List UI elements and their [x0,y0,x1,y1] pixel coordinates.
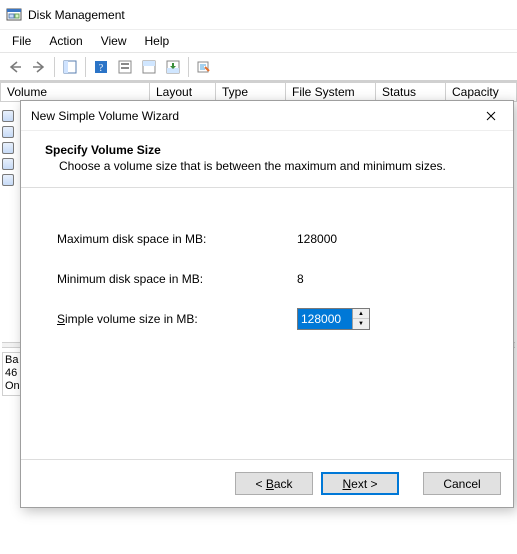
wizard-body: Maximum disk space in MB: 128000 Minimum… [21,188,513,358]
nav-back-button[interactable] [4,56,26,78]
toolbar-separator [85,57,86,77]
max-disk-label: Maximum disk space in MB: [57,232,297,246]
toolbar-separator [188,57,189,77]
volume-size-label: Simple volume size in MB: [57,312,297,326]
app-title: Disk Management [28,8,125,22]
max-disk-value: 128000 [297,232,477,246]
wizard-footer: < Back Next > Cancel [21,459,513,507]
toolbar-btn-settings[interactable] [114,56,136,78]
volume-row-icons [2,110,16,186]
toolbar-separator [54,57,55,77]
min-disk-label: Minimum disk space in MB: [57,272,297,286]
toolbar-btn-show-hide[interactable] [59,56,81,78]
next-button[interactable]: Next > [321,472,399,495]
toolbar-btn-properties[interactable] [193,56,215,78]
volume-size-input[interactable] [298,309,352,329]
toolbar-btn-help[interactable]: ? [90,56,112,78]
col-volume[interactable]: Volume [0,82,150,102]
menu-file[interactable]: File [4,32,39,50]
menubar: File Action View Help [0,30,517,53]
col-type[interactable]: Type [216,82,286,102]
close-button[interactable] [468,101,513,130]
volume-icon [2,158,14,170]
row-volume-size: Simple volume size in MB: ▲ ▼ [57,308,477,330]
wizard-description: Choose a volume size that is between the… [45,159,489,173]
main-titlebar: Disk Management [0,0,517,30]
spinner-up-button[interactable]: ▲ [353,309,369,319]
volume-icon [2,110,14,122]
row-max-disk: Maximum disk space in MB: 128000 [57,228,477,250]
col-capacity[interactable]: Capacity [446,82,517,102]
disk-management-icon [6,7,22,23]
min-disk-value: 8 [297,272,477,286]
wizard-titlebar: New Simple Volume Wizard [21,101,513,131]
cancel-button[interactable]: Cancel [423,472,501,495]
col-filesystem[interactable]: File System [286,82,376,102]
volume-icon [2,126,14,138]
row-min-disk: Minimum disk space in MB: 8 [57,268,477,290]
nav-forward-button[interactable] [28,56,50,78]
menu-view[interactable]: View [93,32,135,50]
volume-icon [2,142,14,154]
toolbar: ? [0,53,517,81]
menu-help[interactable]: Help [137,32,178,50]
wizard-title: New Simple Volume Wizard [31,109,468,123]
wizard-heading: Specify Volume Size [45,143,489,157]
col-status[interactable]: Status [376,82,446,102]
volume-size-spinner: ▲ ▼ [297,308,370,330]
menu-action[interactable]: Action [41,32,90,50]
col-layout[interactable]: Layout [150,82,216,102]
spinner-down-button[interactable]: ▼ [353,319,369,329]
close-icon [486,111,496,121]
wizard-header: Specify Volume Size Choose a volume size… [21,131,513,188]
toolbar-btn-view-bottom[interactable] [162,56,184,78]
column-headers: Volume Layout Type File System Status Ca… [0,81,517,102]
new-simple-volume-wizard: New Simple Volume Wizard Specify Volume … [20,100,514,508]
svg-text:?: ? [99,63,104,74]
spinner-buttons: ▲ ▼ [352,309,369,329]
toolbar-btn-view-top[interactable] [138,56,160,78]
volume-icon [2,174,14,186]
back-button[interactable]: < Back [235,472,313,495]
